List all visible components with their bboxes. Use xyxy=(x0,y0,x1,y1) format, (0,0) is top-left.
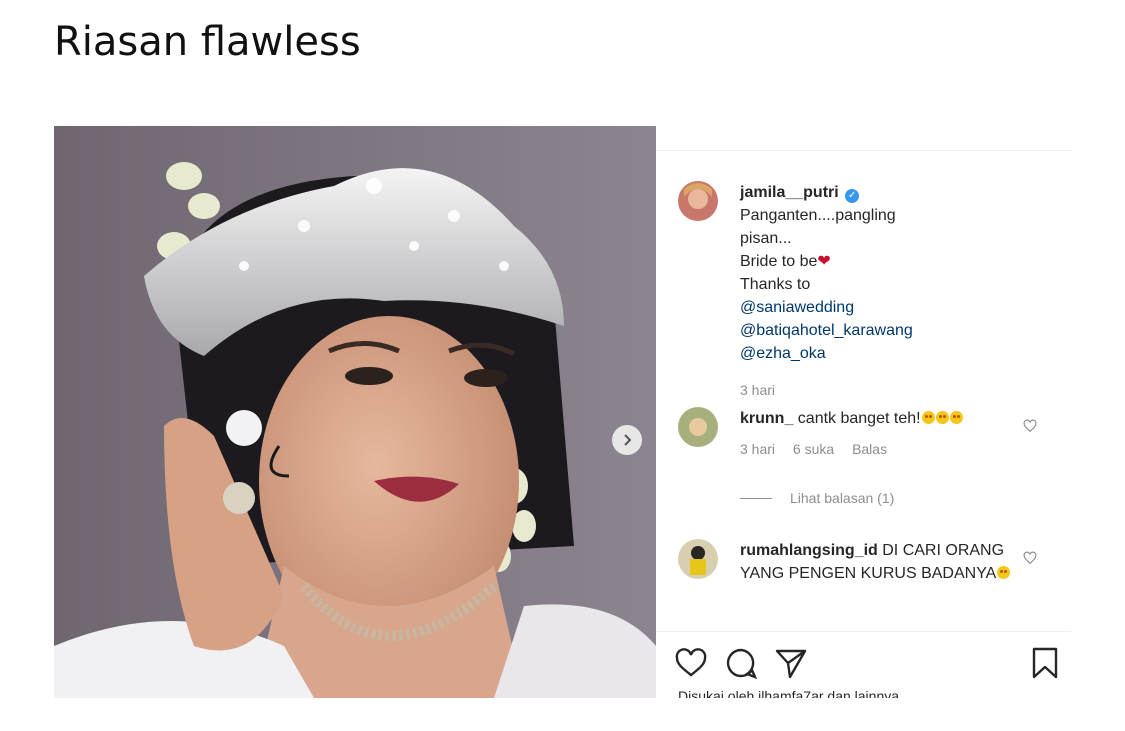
instagram-embed: jamila__putri ✓ Panganten....pangling pi… xyxy=(54,126,1071,698)
caption-line: Panganten....pangling xyxy=(740,207,896,224)
comment-username[interactable]: krunn_ xyxy=(740,410,793,427)
view-replies-label: Lihat balasan (1) xyxy=(790,490,895,506)
post-caption: jamila__putri ✓ Panganten....pangling pi… xyxy=(678,181,1063,399)
post-actions xyxy=(674,646,1064,680)
comment-text: cantk banget teh! xyxy=(797,410,921,427)
comment-username[interactable]: rumahlangsing_id xyxy=(740,542,878,559)
caption-line: pisan... xyxy=(740,230,792,247)
view-replies-button[interactable]: Lihat balasan (1) xyxy=(740,490,894,506)
caption-line: Thanks to xyxy=(740,276,811,293)
article-title: Riasan flawless xyxy=(54,19,361,65)
smiley-emoji-icon xyxy=(921,411,935,424)
chevron-right-icon xyxy=(624,434,632,446)
next-photo-button[interactable] xyxy=(612,425,642,455)
verified-badge-icon: ✓ xyxy=(845,189,860,203)
caption-time: 3 hari xyxy=(740,382,776,398)
caption-username[interactable]: jamila__putri xyxy=(740,184,839,201)
smiley-emoji-icon xyxy=(949,411,963,424)
red-heart-icon: ❤ xyxy=(817,253,831,270)
heart-outline-icon[interactable] xyxy=(674,646,708,680)
comment-icon[interactable] xyxy=(724,646,758,680)
share-icon[interactable] xyxy=(774,646,808,680)
comment-item: krunn_ cantk banget teh! 3 hari 6 suka B… xyxy=(678,407,1063,458)
post-sidebar: jamila__putri ✓ Panganten....pangling pi… xyxy=(656,126,1071,698)
comment-time: 3 hari xyxy=(740,441,776,457)
bookmark-icon[interactable] xyxy=(1028,646,1062,680)
divider xyxy=(740,497,772,499)
divider xyxy=(656,150,1071,151)
smiley-emoji-icon xyxy=(997,566,1011,579)
avatar[interactable] xyxy=(678,181,718,221)
mention-link[interactable]: @batiqahotel_karawang xyxy=(740,319,1021,342)
heart-outline-icon[interactable] xyxy=(1023,551,1037,565)
reply-button[interactable]: Balas xyxy=(852,441,887,457)
heart-outline-icon[interactable] xyxy=(1023,419,1037,433)
avatar[interactable] xyxy=(678,539,718,579)
smiley-emoji-icon xyxy=(935,411,949,424)
avatar[interactable] xyxy=(678,407,718,447)
mention-link[interactable]: @saniawedding xyxy=(740,296,1021,319)
post-photo xyxy=(54,126,656,698)
liked-by-text[interactable]: Disukai oleh ilhamfa7ar dan lainnya xyxy=(678,688,899,698)
caption-line: Bride to be xyxy=(740,253,818,270)
divider xyxy=(656,631,1071,632)
comment-item: rumahlangsing_id DI CARI ORANG YANG PENG… xyxy=(678,539,1063,585)
mention-link[interactable]: @ezha_oka xyxy=(740,342,1021,365)
comment-likes[interactable]: 6 suka xyxy=(793,441,834,457)
